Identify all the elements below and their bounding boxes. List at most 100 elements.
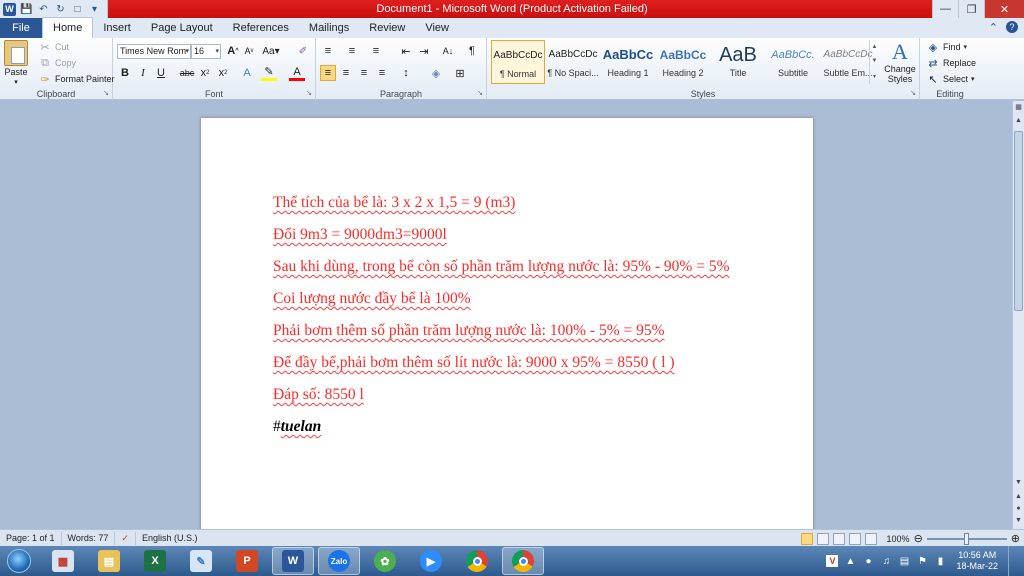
doc-line-7[interactable]: Đáp số: 8550 l: [273, 384, 733, 405]
underline-icon[interactable]: U: [153, 65, 169, 81]
align-center-icon[interactable]: ≡: [338, 65, 354, 81]
undo-icon[interactable]: ↶: [37, 3, 50, 16]
bullets-icon[interactable]: ≡: [320, 43, 336, 59]
zoom-out-icon[interactable]: ⊖: [914, 532, 923, 545]
antivirus-icon[interactable]: V: [826, 555, 839, 567]
text-effects-icon[interactable]: A: [239, 65, 255, 81]
print-layout-view-icon[interactable]: [800, 532, 813, 545]
tab-review[interactable]: Review: [359, 18, 415, 38]
find-button[interactable]: ◈ Find ▾: [926, 40, 967, 54]
doc-line-3[interactable]: Sau khi dùng, trong bể còn số phần trăm …: [273, 256, 733, 277]
paragraph-launcher-icon[interactable]: ↘: [477, 89, 483, 97]
tab-home[interactable]: Home: [42, 17, 94, 38]
minimize-ribbon-icon[interactable]: ⌃: [989, 21, 998, 34]
scroll-down-arrow-icon[interactable]: ▼: [1013, 479, 1024, 486]
doc-hashtag-line[interactable]: #tuelan: [273, 416, 733, 437]
sort-icon[interactable]: A↓: [440, 43, 456, 59]
ruler-toggle-icon[interactable]: ▦: [1013, 103, 1024, 111]
clipboard-launcher-icon[interactable]: ↘: [103, 89, 109, 97]
clear-formatting-icon[interactable]: ✐: [295, 43, 311, 59]
show-desktop-button[interactable]: [1008, 546, 1018, 576]
style-subtitle[interactable]: AaBbCc. Subtitle: [766, 40, 820, 84]
style-heading-1[interactable]: AaBbCc Heading 1: [601, 40, 655, 84]
font-color-icon[interactable]: A: [289, 65, 305, 81]
document-page[interactable]: Thể tích của bể là: 3 x 2 x 1,5 = 9 (m3)…: [201, 118, 813, 529]
scroll-down-icon[interactable]: ▼: [872, 58, 878, 64]
taskbar-app-11[interactable]: [502, 547, 544, 575]
doc-line-5[interactable]: Phải bơm thêm số phần trăm lượng nước là…: [273, 320, 733, 341]
taskbar-app-1[interactable]: ▩: [42, 547, 84, 575]
scroll-up-arrow-icon[interactable]: ▲: [1013, 117, 1024, 124]
zoom-slider[interactable]: [926, 532, 1007, 545]
more-styles-icon[interactable]: ▾: [873, 73, 876, 80]
style-subtle-emphasis[interactable]: AaBbCcDc Subtle Em...: [821, 40, 875, 84]
bold-icon[interactable]: B: [117, 65, 133, 81]
taskbar-app-4[interactable]: ✎: [180, 547, 222, 575]
subscript-icon[interactable]: x2: [197, 65, 213, 81]
replace-button[interactable]: ⇄ Replace: [926, 56, 976, 70]
restore-button[interactable]: ❐: [958, 0, 984, 18]
font-size-combo[interactable]: 16 ▾: [191, 44, 221, 59]
style-heading-2[interactable]: AaBbCc Heading 2: [656, 40, 710, 84]
justify-icon[interactable]: ≡: [374, 65, 390, 81]
numbering-icon[interactable]: ≡: [344, 43, 360, 59]
doc-line-1[interactable]: Thể tích của bể là: 3 x 2 x 1,5 = 9 (m3): [273, 192, 733, 213]
taskbar-app-zalo[interactable]: Zalo: [318, 547, 360, 575]
show-marks-icon[interactable]: ¶: [464, 43, 480, 59]
doc-line-4[interactable]: Coi lượng nước đầy bể là 100%: [273, 288, 733, 309]
taskbar-app-word[interactable]: W: [272, 547, 314, 575]
cut-button[interactable]: ✂ Cut: [38, 40, 69, 54]
tab-view[interactable]: View: [415, 18, 459, 38]
word-count[interactable]: Words: 77: [62, 531, 116, 545]
paste-button[interactable]: Paste ▾: [4, 40, 28, 86]
decrease-indent-icon[interactable]: ⇤: [398, 43, 414, 59]
next-page-icon[interactable]: ▼: [1013, 517, 1024, 524]
scroll-up-icon[interactable]: ▲: [872, 44, 878, 50]
show-hidden-icons-icon[interactable]: ▲: [844, 555, 856, 567]
tab-references[interactable]: References: [223, 18, 299, 38]
strikethrough-icon[interactable]: abc: [179, 65, 195, 81]
doc-line-2[interactable]: Đổi 9m3 = 9000dm3=9000l: [273, 224, 733, 245]
style-title[interactable]: AaB Title: [711, 40, 765, 84]
language-status[interactable]: English (U.S.): [136, 532, 204, 545]
select-browse-object-icon[interactable]: ●: [1013, 505, 1024, 512]
shrink-font-icon[interactable]: Av: [241, 43, 257, 59]
taskbar-app-10[interactable]: [456, 547, 498, 575]
page-count[interactable]: Page: 1 of 1: [0, 531, 62, 545]
italic-icon[interactable]: I: [135, 65, 151, 81]
taskbar-app-3[interactable]: X: [134, 547, 176, 575]
align-left-icon[interactable]: ≡: [320, 65, 336, 81]
close-button[interactable]: ✕: [984, 0, 1024, 18]
save-icon[interactable]: 💾: [20, 3, 33, 16]
taskbar-app-8[interactable]: ✿: [364, 547, 406, 575]
taskbar-app-5[interactable]: P: [226, 547, 268, 575]
increase-indent-icon[interactable]: ⇥: [416, 43, 432, 59]
previous-page-icon[interactable]: ▲: [1013, 493, 1024, 500]
web-layout-view-icon[interactable]: [832, 532, 845, 545]
grow-font-icon[interactable]: A ^: [225, 43, 241, 59]
new-document-icon[interactable]: □: [71, 3, 84, 16]
vertical-scrollbar[interactable]: ▦ ▲ ▼ ▲ ● ▼: [1012, 101, 1024, 529]
style-no-spacing[interactable]: AaBbCcDc ¶ No Spaci...: [546, 40, 600, 84]
zoom-in-icon[interactable]: ⊕: [1011, 532, 1020, 545]
document-workspace[interactable]: Thể tích của bể là: 3 x 2 x 1,5 = 9 (m3)…: [0, 101, 1012, 529]
zoom-level[interactable]: 100%: [887, 534, 910, 544]
volume-icon[interactable]: ♫: [880, 555, 892, 567]
customize-qat-icon[interactable]: ▾: [88, 3, 101, 16]
proofing-status[interactable]: ✓: [115, 531, 136, 545]
align-right-icon[interactable]: ≡: [356, 65, 372, 81]
copy-button[interactable]: ⧉ Copy: [38, 56, 76, 70]
font-name-combo[interactable]: Times New Rom ▾: [117, 44, 191, 59]
style-normal[interactable]: AaBbCcDc ¶ Normal: [491, 40, 545, 84]
select-button[interactable]: ↖ Select ▾: [926, 72, 974, 86]
network-icon[interactable]: ▤: [898, 555, 910, 567]
multilevel-list-icon[interactable]: ≡: [368, 43, 384, 59]
zoom-slider-thumb[interactable]: [963, 532, 969, 545]
taskbar-app-2[interactable]: ▤: [88, 547, 130, 575]
line-spacing-icon[interactable]: ↕: [398, 65, 414, 81]
borders-icon[interactable]: ⊞: [452, 65, 468, 81]
styles-gallery-scroll[interactable]: ▲ ▼ ▾: [869, 40, 879, 84]
tab-page-layout[interactable]: Page Layout: [141, 18, 223, 38]
doc-line-6[interactable]: Để đầy bể,phải bơm thêm số lít nước là: …: [273, 352, 733, 373]
full-screen-reading-view-icon[interactable]: [816, 532, 829, 545]
